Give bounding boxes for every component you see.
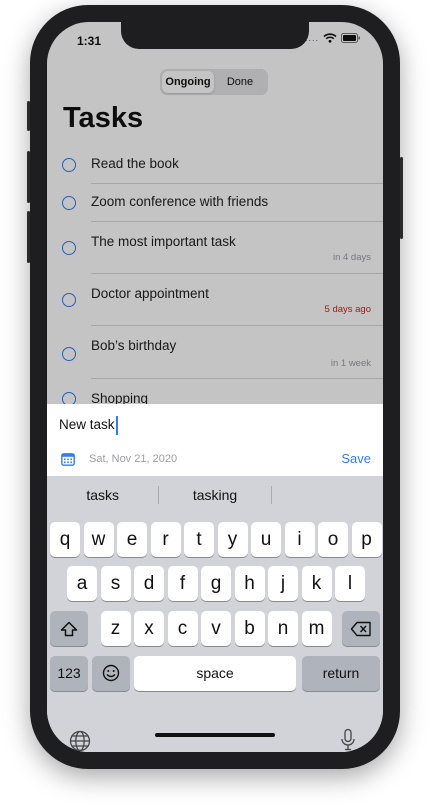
space-key[interactable]: space (134, 656, 296, 691)
key-r[interactable]: r (150, 522, 181, 557)
key-k[interactable]: k (301, 566, 332, 601)
power-button (400, 157, 403, 239)
shift-icon (60, 621, 78, 637)
save-button[interactable]: Save (341, 451, 371, 466)
segmented-control: Ongoing Done (160, 69, 268, 95)
suggestion-bar: tasks tasking (47, 476, 383, 513)
silent-switch (27, 101, 30, 131)
text-caret (116, 416, 118, 435)
shift-key[interactable] (50, 611, 88, 646)
key-n[interactable]: n (268, 611, 298, 646)
segment-done[interactable]: Done (214, 71, 266, 93)
task-list: Read the book Zoom conference with frien… (47, 146, 383, 409)
task-checkbox[interactable] (62, 241, 76, 255)
key-t[interactable]: t (184, 522, 214, 557)
key-x[interactable]: x (134, 611, 164, 646)
key-f[interactable]: f (167, 566, 198, 601)
task-title: Doctor appointment (91, 286, 209, 301)
task-title: Read the book (91, 156, 179, 171)
task-title: Zoom conference with friends (91, 194, 269, 209)
key-v[interactable]: v (201, 611, 231, 646)
key-o[interactable]: o (318, 522, 348, 557)
phone-frame: 1:31 .... Ongoing Done Tasks Read the bo… (27, 5, 403, 769)
suggestion-divider (270, 485, 272, 504)
key-p[interactable]: p (351, 522, 382, 557)
task-row[interactable]: The most important task in 4 days (62, 222, 383, 274)
key-s[interactable]: s (100, 566, 131, 601)
screen: 1:31 .... Ongoing Done Tasks Read the bo… (47, 22, 383, 752)
emoji-key[interactable] (92, 656, 130, 691)
volume-up-button (27, 151, 30, 203)
task-title: Bob’s birthday (91, 338, 177, 353)
key-w[interactable]: w (83, 522, 114, 557)
dictation-key[interactable] (340, 728, 356, 752)
key-g[interactable]: g (201, 566, 231, 601)
task-due: in 4 days (332, 252, 371, 263)
delete-key[interactable] (342, 611, 380, 646)
status-time: 1:31 (77, 34, 102, 48)
task-checkbox[interactable] (62, 158, 76, 172)
globe-icon (69, 730, 91, 752)
volume-down-button (27, 211, 30, 263)
key-l[interactable]: l (335, 566, 365, 601)
new-task-input[interactable] (59, 417, 259, 432)
battery-icon (341, 33, 360, 43)
suggestion-item[interactable]: tasks (47, 487, 158, 503)
task-row[interactable]: Read the book (62, 146, 383, 184)
key-a[interactable]: a (67, 566, 97, 601)
page-title: Tasks (63, 102, 144, 134)
notch (121, 22, 309, 49)
segment-ongoing[interactable]: Ongoing (162, 71, 214, 93)
key-c[interactable]: c (167, 611, 198, 646)
status-indicators: .... (305, 33, 361, 43)
microphone-icon (341, 728, 355, 751)
task-row[interactable]: Bob’s birthday in 1 week (62, 326, 383, 379)
due-date-field[interactable]: Sat, Nov 21, 2020 (89, 453, 177, 465)
delete-icon (350, 621, 371, 637)
key-z[interactable]: z (100, 611, 131, 646)
globe-key[interactable] (69, 730, 91, 752)
task-due: in 1 week (330, 358, 371, 369)
key-u[interactable]: u (251, 522, 281, 557)
task-title: The most important task (91, 234, 236, 249)
key-y[interactable]: y (217, 522, 248, 557)
task-checkbox[interactable] (62, 293, 76, 307)
return-key[interactable]: return (302, 656, 380, 691)
suggestion-item[interactable]: tasking (159, 487, 270, 503)
key-m[interactable]: m (301, 611, 332, 646)
task-due: 5 days ago (324, 304, 371, 315)
key-d[interactable]: d (134, 566, 164, 601)
keyboard: tasks tasking q w e r t y u i o p a s d … (47, 476, 383, 752)
key-j[interactable]: j (268, 566, 298, 601)
task-checkbox[interactable] (62, 196, 76, 210)
key-i[interactable]: i (284, 522, 315, 557)
key-b[interactable]: b (234, 611, 265, 646)
task-row[interactable]: Doctor appointment 5 days ago (62, 274, 383, 326)
key-h[interactable]: h (234, 566, 265, 601)
key-q[interactable]: q (50, 522, 80, 557)
home-indicator[interactable] (155, 733, 275, 737)
key-e[interactable]: e (117, 522, 147, 557)
wifi-icon (323, 33, 337, 43)
task-checkbox[interactable] (62, 347, 76, 361)
task-row[interactable]: Zoom conference with friends (62, 184, 383, 222)
numbers-key[interactable]: 123 (50, 656, 88, 691)
calendar-icon[interactable] (61, 452, 75, 466)
new-task-composer: Sat, Nov 21, 2020 Save (47, 404, 383, 476)
emoji-icon (102, 664, 120, 682)
